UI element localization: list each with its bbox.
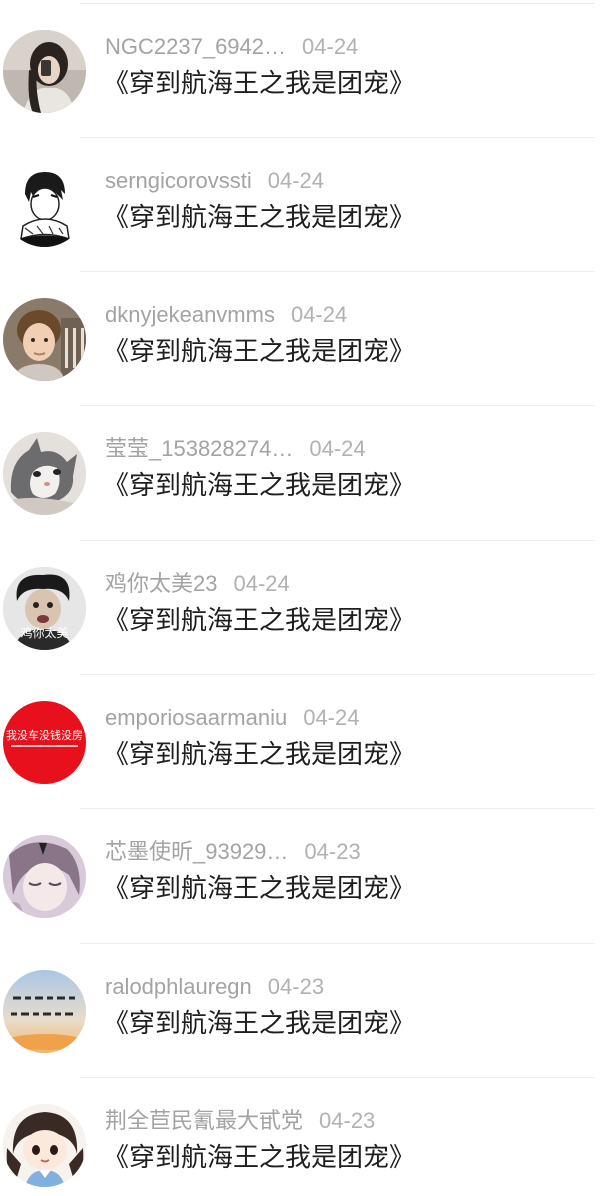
username[interactable]: 芯墨使昕_93929… (105, 837, 288, 867)
row-divider (80, 271, 595, 272)
comment-row[interactable]: 荆全苣民氰最大甙党 04-23 《穿到航海王之我是团宠》 (0, 1104, 609, 1196)
comment-text: 《穿到航海王之我是团宠》 (103, 203, 416, 233)
comment-meta: serngicorovssti 04-24 (105, 166, 324, 196)
meme-avatar[interactable]: 鸡你太美 (3, 567, 86, 650)
username[interactable]: dknyjekeanvmms (105, 300, 275, 330)
avatar-fine-print (11, 745, 78, 747)
avatar-caption: 鸡你太美 (20, 626, 69, 640)
comment-meta: 芯墨使昕_93929… 04-23 (105, 837, 361, 867)
timestamp: 04-23 (319, 1108, 376, 1133)
comment-text: 《穿到航海王之我是团宠》 (103, 740, 416, 770)
timestamp: 04-23 (267, 974, 325, 999)
comment-text: 《穿到航海王之我是团宠》 (103, 1143, 416, 1173)
timestamp: 04-23 (304, 839, 361, 864)
timestamp: 04-24 (302, 34, 359, 59)
row-divider (80, 540, 595, 541)
comment-row[interactable]: dknyjekeanvmms 04-24 《穿到航海王之我是团宠》 (0, 298, 609, 432)
top-divider (80, 3, 595, 4)
comment-meta: 莹莹_153828274… 04-24 (105, 434, 366, 464)
comment-text: 《穿到航海王之我是团宠》 (103, 337, 416, 367)
comment-meta: emporiosaarmaniu 04-24 (105, 703, 359, 733)
row-divider (80, 405, 595, 406)
timestamp: 04-24 (233, 571, 290, 596)
sky-calligraphy-avatar[interactable] (3, 970, 86, 1053)
username[interactable]: ralodphlauregn (105, 972, 252, 1002)
comment-row[interactable]: 鸡你太美 鸡你太美23 04-24 《穿到航海王之我是团宠》 (0, 567, 609, 701)
comment-text: 《穿到航海王之我是团宠》 (103, 69, 416, 99)
comment-meta: ralodphlauregn 04-23 (105, 972, 324, 1002)
timestamp: 04-24 (303, 705, 360, 730)
comment-row[interactable]: ralodphlauregn 04-23 《穿到航海王之我是团宠》 (0, 970, 609, 1104)
comment-meta: 鸡你太美23 04-24 (105, 569, 290, 599)
comment-meta: 荆全苣民氰最大甙党 04-23 (105, 1106, 375, 1136)
row-divider (80, 943, 595, 944)
comment-text: 《穿到航海王之我是团宠》 (103, 606, 416, 636)
timestamp: 04-24 (309, 436, 366, 461)
row-divider (80, 674, 595, 675)
comment-row[interactable]: NGC2237_6942… 04-24 《穿到航海王之我是团宠》 (0, 30, 609, 164)
anime-boy-avatar[interactable] (3, 164, 86, 247)
cat-avatar[interactable] (3, 432, 86, 515)
anime-girl-avatar[interactable] (3, 835, 86, 918)
timestamp: 04-24 (290, 302, 348, 327)
comment-text: 《穿到航海王之我是团宠》 (103, 874, 416, 904)
username[interactable]: NGC2237_6942… (105, 32, 286, 62)
child-photo-avatar[interactable] (3, 298, 86, 381)
comment-meta: NGC2237_6942… 04-24 (105, 32, 358, 62)
username[interactable]: serngicorovssti (105, 166, 252, 196)
timestamp: 04-24 (267, 168, 324, 193)
comment-meta: dknyjekeanvmms 04-24 (105, 300, 347, 330)
girl-phone-avatar[interactable] (3, 30, 86, 113)
comment-row[interactable]: 莹莹_153828274… 04-24 《穿到航海王之我是团宠》 (0, 432, 609, 566)
row-divider (80, 1077, 595, 1078)
username[interactable]: emporiosaarmaniu (105, 703, 287, 733)
comment-row[interactable]: serngicorovssti 04-24 《穿到航海王之我是团宠》 (0, 164, 609, 298)
chibi-girl-avatar[interactable] (3, 1104, 86, 1187)
row-divider (80, 137, 595, 138)
row-divider (80, 808, 595, 809)
comment-row[interactable]: 芯墨使昕_93929… 04-23 《穿到航海王之我是团宠》 (0, 835, 609, 969)
comment-feed: NGC2237_6942… 04-24 《穿到航海王之我是团宠》 serngico… (0, 0, 609, 1196)
comment-text: 《穿到航海王之我是团宠》 (103, 1009, 416, 1039)
comment-row[interactable]: 我没车没钱没房 emporiosaarmaniu 04-24 《穿到航海王之我是团… (0, 701, 609, 835)
avatar-caption: 我没车没钱没房 (6, 729, 83, 742)
username[interactable]: 莹莹_153828274… (105, 434, 293, 464)
username[interactable]: 荆全苣民氰最大甙党 (105, 1106, 303, 1136)
username[interactable]: 鸡你太美23 (105, 569, 217, 599)
red-text-avatar[interactable]: 我没车没钱没房 (3, 701, 86, 784)
comment-text: 《穿到航海王之我是团宠》 (103, 471, 416, 501)
